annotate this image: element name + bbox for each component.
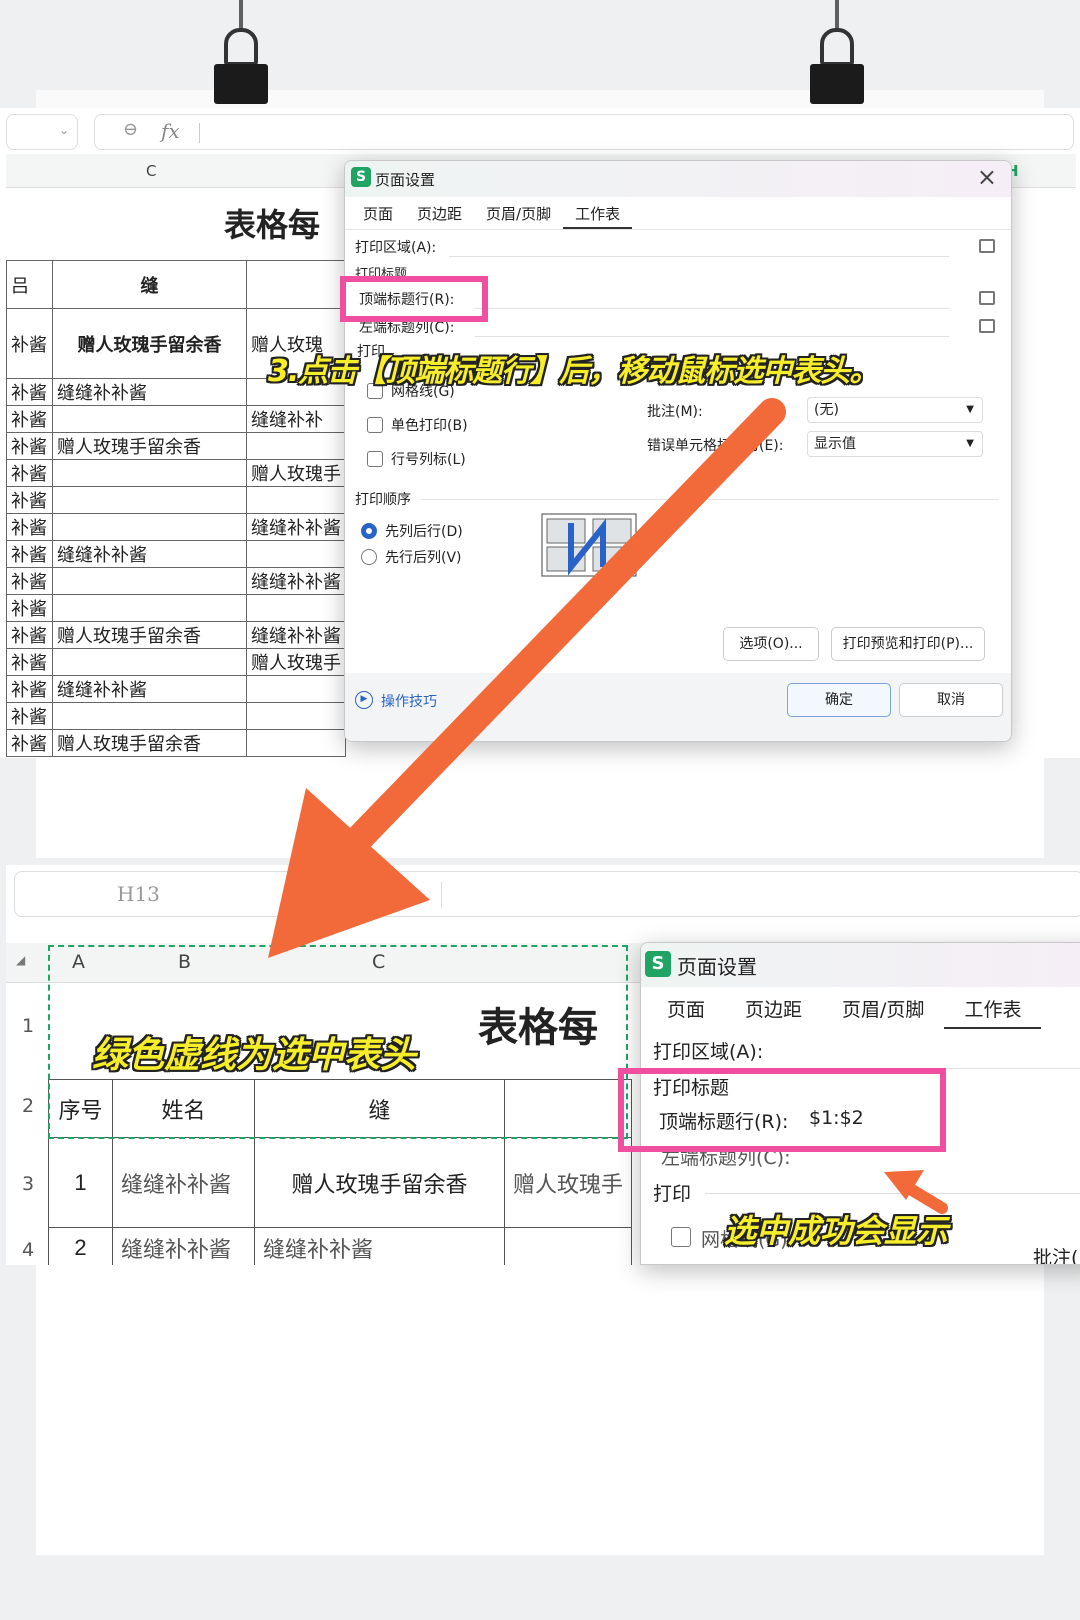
big-arrow-icon [268,398,786,958]
annotation-arrows [268,398,948,1214]
small-arrow-icon [884,1170,948,1214]
